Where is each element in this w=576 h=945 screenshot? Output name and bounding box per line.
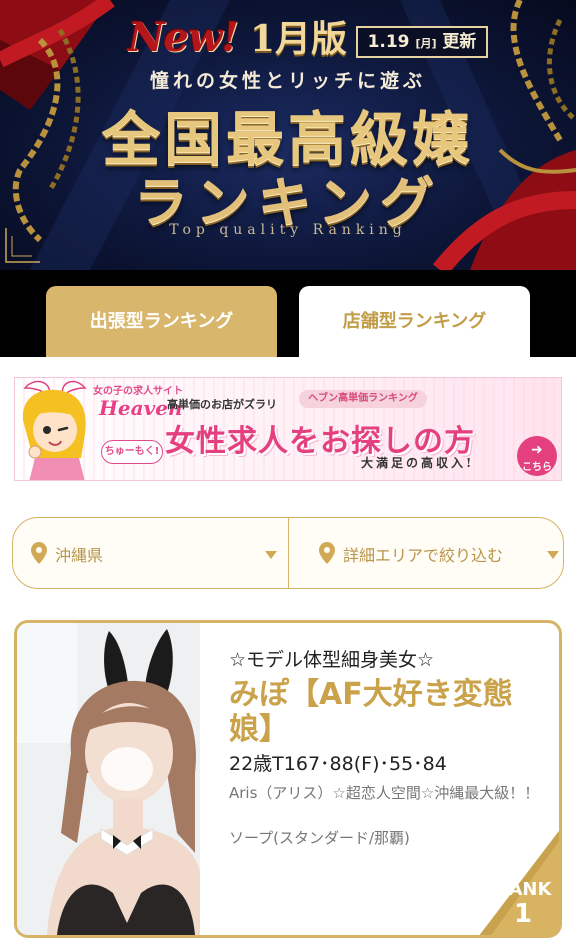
- prefecture-value: 沖縄県: [55, 546, 104, 565]
- girl-name-link[interactable]: みぽ【AF大好き変態娘】: [229, 677, 547, 747]
- ranking-tabs: 出張型ランキング 店舗型ランキング: [0, 270, 576, 357]
- update-date-badge: 1.19 [月] 更新: [356, 26, 488, 58]
- update-weekday: [月]: [415, 37, 437, 50]
- banner-logo-small: 女の子の求人サイト: [93, 386, 183, 397]
- banner-cta-label: こちら: [522, 462, 552, 473]
- ranking-card[interactable]: ☆モデル体型細身美女☆ みぽ【AF大好き変態娘】 22歳T167･88(F)･5…: [14, 620, 562, 938]
- map-pin-icon: [319, 542, 335, 564]
- shop-name-link[interactable]: Aris（アリス）☆超恋人空間☆沖縄最大級！！: [229, 783, 551, 804]
- rank-number: 1: [513, 899, 533, 929]
- update-date: 1.19: [367, 32, 410, 52]
- hero-banner: New! 1月版 1.19 [月] 更新 憧れの女性とリッチに遊ぶ 全国最高級嬢…: [0, 0, 576, 270]
- update-suffix: 更新: [442, 32, 477, 52]
- hero-subtitle: Top quality Ranking: [169, 222, 407, 238]
- profile-photo-image: [17, 623, 200, 935]
- banner-note: 高単価のお店がズラリ: [167, 398, 277, 411]
- edition-month: 1月版: [250, 18, 348, 60]
- catchphrase: ☆モデル体型細身美女☆: [229, 649, 435, 671]
- job-ad-banner[interactable]: 女の子の求人サイト Heaven ちゅーもく! 高単価のお店がズラリ ヘブン高単…: [14, 377, 562, 481]
- tab-dispatch-ranking[interactable]: 出張型ランキング: [46, 286, 277, 357]
- profile-specs: 22歳T167･88(F)･55･84: [229, 753, 447, 775]
- profile-photo[interactable]: [17, 623, 200, 935]
- rank-label: RANK: [494, 879, 552, 900]
- banner-footer: 大満足の高収入!: [361, 456, 475, 470]
- area-filter: 沖縄県 詳細エリアで絞り込む: [12, 517, 564, 589]
- tab-store-ranking[interactable]: 店舗型ランキング: [299, 286, 530, 357]
- hero-tagline: 憧れの女性とリッチに遊ぶ: [149, 70, 426, 92]
- detail-area-select[interactable]: 詳細エリアで絞り込む: [289, 518, 563, 588]
- new-badge: New!: [127, 14, 239, 61]
- shop-category: ソープ(スタンダード/那覇): [229, 829, 410, 847]
- banner-ribbon: ヘブン高単価ランキング: [299, 390, 427, 408]
- map-pin-icon: [31, 542, 47, 564]
- speech-bubble: ちゅーもく!: [101, 440, 163, 464]
- banner-cta-button[interactable]: ➜ こちら: [517, 436, 557, 476]
- caret-down-icon: [547, 551, 559, 559]
- arrow-right-icon: ➜: [531, 442, 543, 458]
- detail-area-placeholder: 詳細エリアで絞り込む: [343, 546, 504, 565]
- caret-down-icon: [265, 551, 277, 559]
- prefecture-select[interactable]: 沖縄県: [13, 518, 288, 588]
